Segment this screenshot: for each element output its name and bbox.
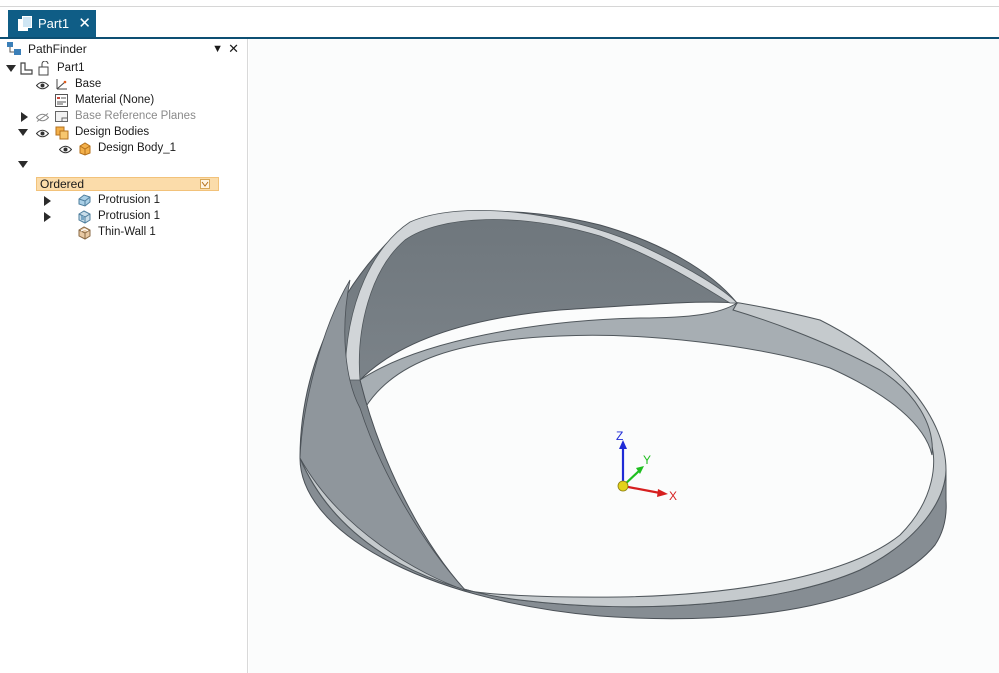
collapse-icon[interactable]	[6, 65, 16, 72]
tree-item-label: Material (None)	[75, 94, 155, 106]
tree-item-material[interactable]: Material (None)	[0, 93, 240, 109]
tree-item-protrusion-1-second[interactable]: Protrusion 1	[0, 209, 240, 225]
eye-icon[interactable]	[59, 145, 72, 154]
collapse-icon[interactable]	[18, 129, 28, 136]
collapse-icon[interactable]	[18, 161, 28, 168]
axis-z-label: Z	[616, 429, 623, 443]
3d-graphics-window[interactable]: Z Y X	[249, 39, 999, 673]
panel-options-icon[interactable]: ▼	[212, 43, 223, 55]
tree-item-design-body-1[interactable]: Design Body_1	[0, 141, 240, 157]
pathfinder-title: PathFinder	[28, 42, 87, 56]
coordinate-system-icon	[56, 79, 67, 90]
tab-label: Part1	[38, 16, 70, 31]
tree-item-base-reference-planes[interactable]: Base Reference Planes	[0, 109, 240, 125]
eye-hidden-icon[interactable]	[36, 113, 49, 122]
tree-item-ordered-row	[0, 157, 240, 173]
close-tab-icon[interactable]: ✕	[78, 14, 91, 32]
pathfinder-icon	[7, 42, 21, 55]
tab-part1[interactable]: Part1 ✕	[8, 10, 96, 37]
part-icon	[20, 62, 33, 75]
pathfinder-header: PathFinder ▼ ✕	[0, 39, 247, 59]
ordered-label: Ordered	[40, 177, 85, 191]
part-document-icon	[18, 16, 32, 31]
close-panel-icon[interactable]: ✕	[228, 41, 239, 57]
title-strip	[0, 0, 999, 7]
tree-item-label: Design Body_1	[98, 142, 176, 154]
thin-wall-icon	[78, 226, 91, 240]
document-tab-bar: Part1 ✕	[0, 7, 999, 39]
expand-icon[interactable]	[44, 196, 51, 206]
dropdown-chevron-icon[interactable]	[200, 179, 210, 189]
design-bodies-icon	[55, 126, 69, 140]
tree-item-label: Protrusion 1	[98, 210, 161, 222]
axis-x-label: X	[669, 489, 677, 503]
model-view: Z Y X	[299, 209, 947, 620]
tree-item-part1[interactable]: Part1	[0, 61, 240, 77]
eye-icon[interactable]	[36, 81, 49, 90]
reference-plane-icon	[55, 111, 68, 122]
tree-item-label: Base	[75, 78, 102, 90]
lock-icon	[38, 61, 49, 76]
tree-item-label: Base Reference Planes	[75, 110, 196, 122]
tree-item-label: Part1	[57, 62, 85, 74]
tree-item-protrusion-1[interactable]: Protrusion 1	[0, 193, 240, 209]
tree-item-design-bodies[interactable]: Design Bodies	[0, 125, 240, 141]
expand-icon[interactable]	[21, 112, 28, 122]
pathfinder-panel: PathFinder ▼ ✕ Part1 Base Material (None…	[0, 39, 248, 673]
tree-item-base[interactable]: Base	[0, 77, 240, 93]
tree-item-thin-wall-1[interactable]: Thin-Wall 1	[0, 225, 240, 241]
eye-icon[interactable]	[36, 129, 49, 138]
tree-item-label: Protrusion 1	[98, 194, 161, 206]
tree-item-label: Thin-Wall 1	[98, 226, 156, 238]
material-icon	[55, 94, 68, 107]
design-body-icon	[79, 142, 91, 156]
tree-item-label: Design Bodies	[75, 126, 150, 138]
protrusion-icon	[78, 194, 91, 207]
ordered-dropdown[interactable]: Ordered	[36, 177, 219, 191]
coordinate-triad	[617, 440, 668, 497]
protrusion-icon	[78, 210, 91, 224]
axis-y-label: Y	[643, 453, 651, 467]
expand-icon[interactable]	[44, 212, 51, 222]
